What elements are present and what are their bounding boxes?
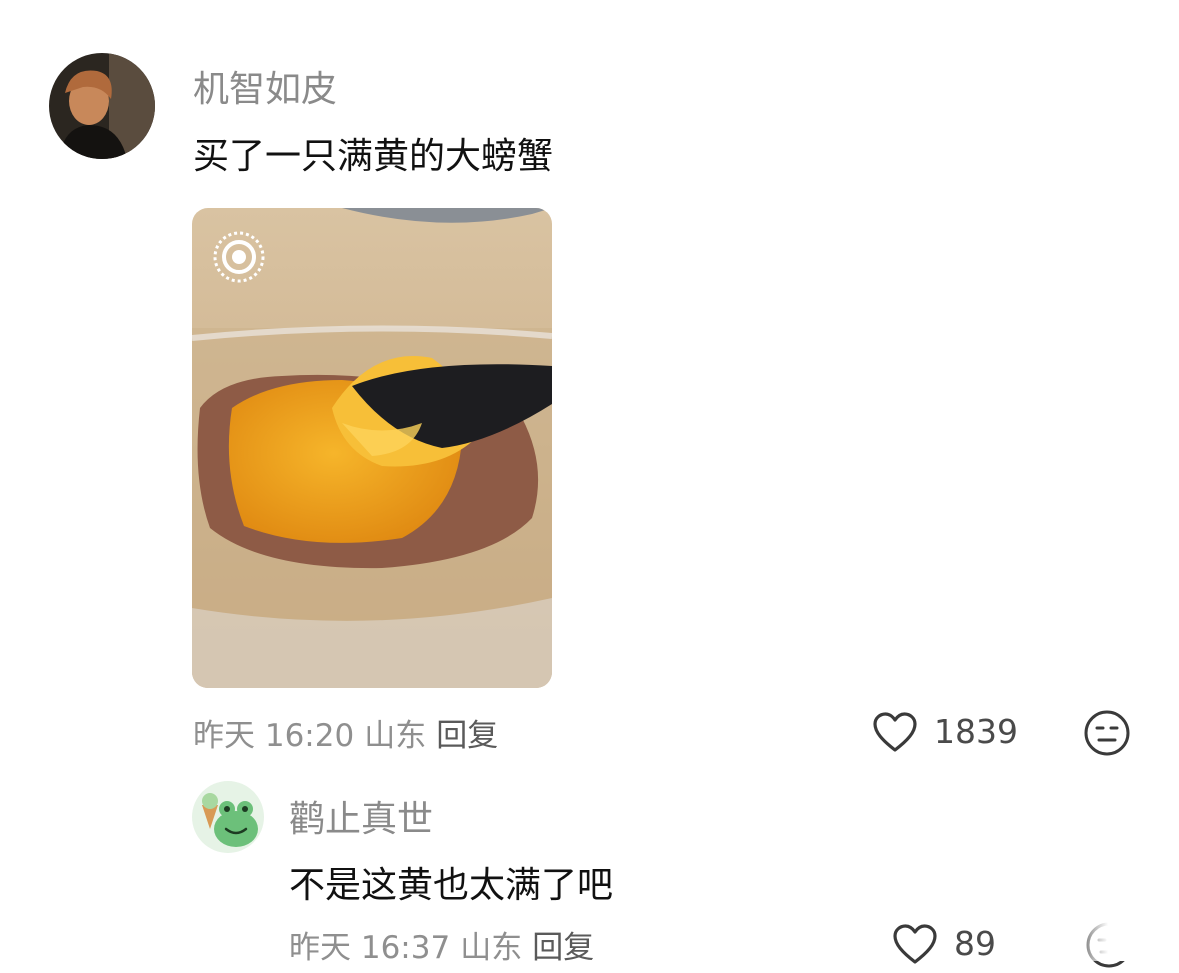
like-count: 89 [954, 924, 996, 963]
heart-icon[interactable] [872, 711, 918, 757]
comment-username[interactable]: 机智如皮 [193, 60, 337, 112]
avatar-portrait-image [49, 53, 155, 159]
comment-meta: 昨天 16:37 山东 回复 [289, 922, 604, 967]
comment-text: 买了一只满黄的大螃蟹 [193, 136, 554, 177]
like-count: 1839 [934, 712, 1018, 751]
comment-username[interactable]: 鹳止真世 [289, 790, 433, 842]
frog-avatar-image [192, 781, 264, 853]
comment-meta: 昨天 16:20 山东 回复 [193, 710, 508, 755]
avatar[interactable] [192, 781, 264, 853]
comment-time: 昨天 16:20 [193, 718, 355, 754]
live-photo-icon[interactable] [212, 230, 266, 288]
comment-photo[interactable] [192, 208, 552, 688]
heart-icon[interactable] [892, 923, 938, 969]
comment-location: 山东 [364, 718, 427, 754]
avatar[interactable] [49, 53, 155, 159]
watermark-overlay [1070, 912, 1179, 961]
comment-text: 不是这黄也太满了吧 [289, 865, 614, 906]
reply-button[interactable]: 回复 [436, 718, 498, 754]
neutral-face-icon[interactable] [1083, 709, 1131, 761]
